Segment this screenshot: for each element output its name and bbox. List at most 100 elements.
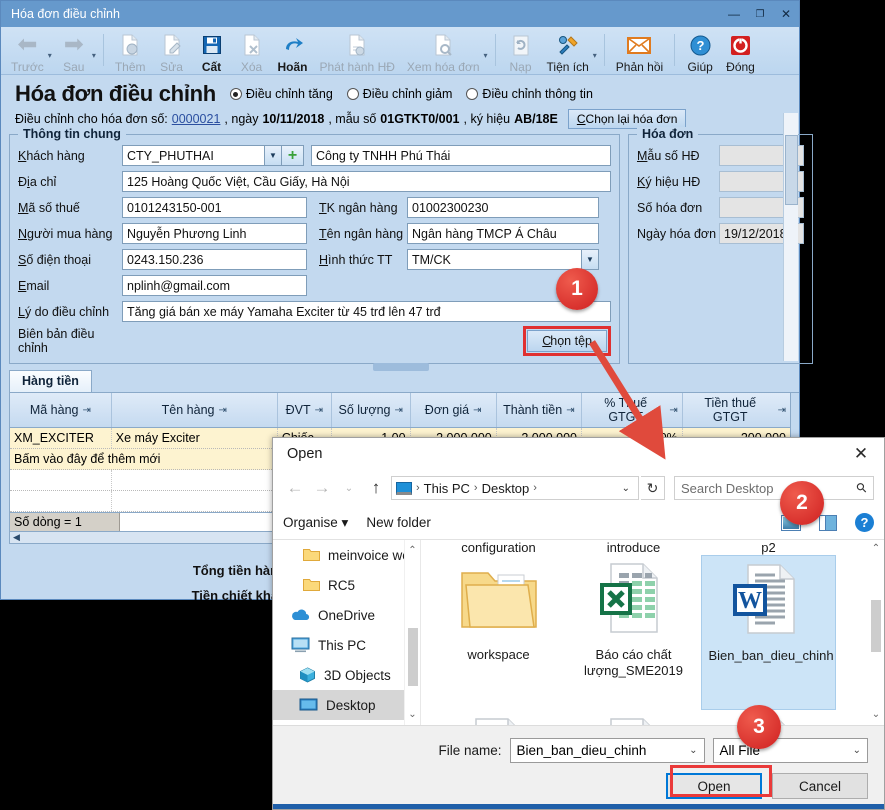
nav-pane-scrollbar[interactable]: ⌃ ⌄ <box>404 540 420 725</box>
toolbar-button-sua[interactable]: Sửa <box>152 30 192 74</box>
scroll-up-icon[interactable]: ⌃ <box>405 542 420 559</box>
reason-input[interactable]: Tăng giá bán xe máy Yamaha Exciter từ 45… <box>122 301 611 322</box>
toolbar-button-xoa[interactable]: Xóa <box>232 30 272 74</box>
add-customer-button[interactable]: + <box>282 145 304 166</box>
file-type-filter-select[interactable]: All File ⌄ <box>712 738 868 763</box>
grid-col-tien-thue-gtgt[interactable]: Tiền thuế GTGT ⇥ <box>683 393 790 427</box>
form-vertical-scrollbar[interactable] <box>783 113 798 361</box>
breadcrumb-item-this-pc[interactable]: This PC <box>424 481 470 496</box>
list-item-bao-cao-chat-luong[interactable]: Báo cáo chất lượng_SME2019 <box>566 555 701 710</box>
radio-dieu-chinh-thong-tin[interactable]: Điều chỉnh thông tin <box>466 87 593 101</box>
tax-code-input[interactable]: 0101243150-001 <box>122 197 307 218</box>
up-icon[interactable]: ↑ <box>364 476 388 500</box>
pin-icon[interactable]: ⇥ <box>778 405 786 416</box>
chevron-down-icon[interactable]: ▼ <box>581 250 598 269</box>
customer-name-input[interactable]: Công ty TNHH Phú Thái <box>311 145 611 166</box>
pin-icon[interactable]: ⇥ <box>669 405 677 416</box>
form-horizontal-scroll-thumb[interactable] <box>373 363 429 371</box>
chevron-down-icon[interactable]: ⌄ <box>618 483 634 494</box>
nav-item-onedrive[interactable]: OneDrive <box>273 600 420 630</box>
recent-locations-icon[interactable]: ⌄ <box>337 476 361 500</box>
toolbar-button-nap[interactable]: Nạp <box>501 30 541 74</box>
scroll-down-icon[interactable]: ⌄ <box>868 706 884 723</box>
breadcrumb[interactable]: › This PC › Desktop › ⌄ <box>391 476 639 500</box>
list-item-bien-ban-dieu-chinh[interactable]: W Bien_ban_dieu_chinh <box>701 555 836 710</box>
form-scroll-thumb[interactable] <box>785 135 798 205</box>
grid-col-thue-gtgt-pct[interactable]: % Thuế GTGT ⇥ <box>582 393 683 427</box>
file-list-scroll-thumb[interactable] <box>871 600 881 652</box>
bank-name-input[interactable]: Ngân hàng TMCP Á Châu <box>407 223 599 244</box>
new-folder-button[interactable]: New folder <box>366 515 431 530</box>
toolbar-button-giup[interactable]: ? Giúp <box>680 30 720 74</box>
pin-icon[interactable]: ⇥ <box>566 405 574 416</box>
list-item-workspace[interactable]: workspace <box>431 555 566 710</box>
grid-col-thanh-tien[interactable]: Thành tiền ⇥ <box>497 393 582 427</box>
forward-icon[interactable]: → <box>310 476 334 500</box>
nav-item-3d-objects[interactable]: 3D Objects <box>273 660 420 690</box>
grid-col-ten-hang[interactable]: Tên hàng ⇥ <box>112 393 278 427</box>
choose-file-button[interactable]: Chọn tệp <box>523 326 611 356</box>
refresh-icon[interactable]: ↻ <box>641 476 665 500</box>
nav-item-desktop[interactable]: Desktop <box>273 690 420 720</box>
cell-ma-hang[interactable]: XM_EXCITER <box>10 428 112 448</box>
chevron-down-icon-tien-ich[interactable]: ▾ <box>593 51 597 60</box>
minimize-button[interactable]: — <box>721 1 747 27</box>
grid-col-so-luong[interactable]: Số lượng ⇥ <box>332 393 411 427</box>
nav-item-this-pc[interactable]: This PC <box>273 630 420 660</box>
file-name-input[interactable]: Bien_ban_dieu_chinh ⌄ <box>509 738 705 763</box>
buyer-input[interactable]: Nguyễn Phương Linh <box>122 223 307 244</box>
chevron-down-icon-truoc[interactable]: ▾ <box>48 51 52 60</box>
search-input[interactable]: Search Desktop ⚲ <box>674 476 874 500</box>
cancel-button[interactable]: Cancel <box>772 773 868 799</box>
phone-input[interactable]: 0243.150.236 <box>122 249 307 270</box>
close-button[interactable]: ✕ <box>773 1 799 27</box>
toolbar-button-them[interactable]: Thêm <box>109 30 152 74</box>
grid-col-dvt[interactable]: ĐVT ⇥ <box>278 393 332 427</box>
pin-icon[interactable]: ⇥ <box>83 405 91 416</box>
toolbar-button-hoan[interactable]: Hoãn <box>272 30 314 74</box>
cell-ten-hang[interactable]: Xe máy Exciter <box>112 428 278 448</box>
list-item-partial-2[interactable] <box>566 710 701 725</box>
tab-hang-tien[interactable]: Hàng tiền <box>9 370 92 392</box>
nav-scroll-thumb[interactable] <box>408 628 418 686</box>
pin-icon[interactable]: ⇥ <box>473 405 481 416</box>
toolbar-button-sau[interactable]: ➡ Sau <box>54 30 94 75</box>
toolbar-button-phat-hanh-hd[interactable]: Phát hành HĐ <box>314 30 401 74</box>
payment-method-select[interactable]: TM/CK ▼ <box>407 249 599 270</box>
bank-account-input[interactable]: 01002300230 <box>407 197 599 218</box>
grid-col-don-gia[interactable]: Đơn giá ⇥ <box>411 393 497 427</box>
chevron-down-icon[interactable]: ⌄ <box>689 745 697 756</box>
pin-icon[interactable]: ⇥ <box>395 405 403 416</box>
nav-item-rc5[interactable]: RC5 <box>273 570 420 600</box>
toolbar-button-dong[interactable]: Đóng <box>720 30 761 74</box>
scroll-down-icon[interactable]: ⌄ <box>405 706 420 723</box>
dialog-close-button[interactable]: ✕ <box>844 439 878 469</box>
radio-dieu-chinh-giam[interactable]: Điều chỉnh giảm <box>346 87 452 101</box>
address-input[interactable]: 125 Hoàng Quốc Việt, Cầu Giấy, Hà Nội <box>122 171 611 192</box>
source-invoice-number-link[interactable]: 0000021 <box>172 112 221 126</box>
grid-col-ma-hang[interactable]: Mã hàng ⇥ <box>10 393 112 427</box>
chevron-down-icon-sau[interactable]: ▾ <box>92 51 96 60</box>
nav-item-meinvoice-web[interactable]: meinvoice web <box>273 540 420 570</box>
toolbar-button-cat[interactable]: Cất <box>192 30 232 74</box>
chevron-down-icon[interactable]: ▼ <box>264 146 281 165</box>
back-icon[interactable]: ← <box>283 476 307 500</box>
toolbar-button-truoc[interactable]: ⬅ Trước <box>5 30 50 75</box>
file-list-scrollbar[interactable]: ⌃ ⌄ <box>868 540 884 725</box>
chevron-down-icon[interactable]: ⌄ <box>853 745 861 756</box>
toolbar-button-xem-hoa-don[interactable]: Xem hóa đơn <box>401 30 486 74</box>
breadcrumb-item-desktop[interactable]: Desktop <box>482 481 530 496</box>
email-input[interactable]: nplinh@gmail.com <box>122 275 307 296</box>
scroll-up-icon[interactable]: ⌃ <box>868 540 884 557</box>
list-item-partial-1[interactable] <box>431 710 566 725</box>
radio-dieu-chinh-tang[interactable]: Điều chỉnh tăng <box>229 87 333 101</box>
help-icon[interactable]: ? <box>855 513 874 532</box>
customer-code-input[interactable]: CTY_PHUTHAI ▼ <box>122 145 282 166</box>
chevron-down-icon-xem-hoa-don[interactable]: ▾ <box>484 51 488 60</box>
scroll-left-icon[interactable]: ◀ <box>13 532 20 543</box>
toolbar-button-tien-ich[interactable]: Tiện ích <box>541 30 595 74</box>
pin-icon[interactable]: ⇥ <box>218 405 226 416</box>
maximize-button[interactable]: ❐ <box>747 1 773 27</box>
organise-menu[interactable]: Organise ▾ <box>283 515 348 531</box>
toolbar-button-phan-hoi[interactable]: Phản hồi <box>610 30 669 74</box>
